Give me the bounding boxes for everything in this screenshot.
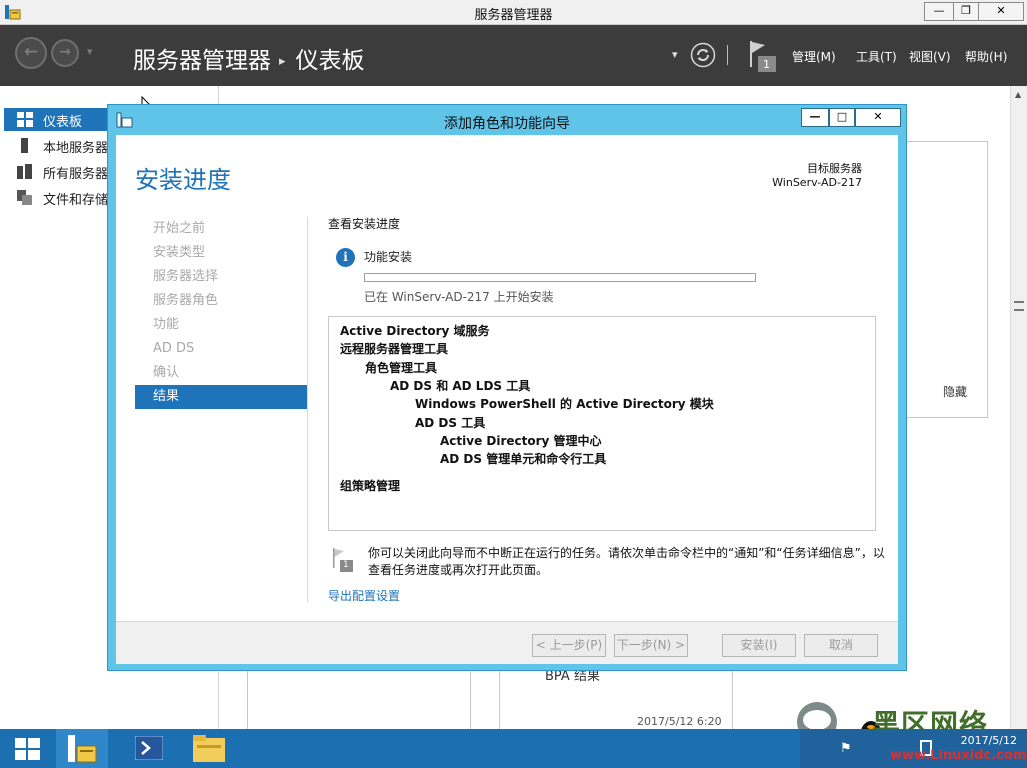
target-server-label: 目标服务器 [807, 162, 862, 175]
progress-status: 已在 WinServ-AD-217 上开始安装 [364, 290, 554, 304]
step-before-you-begin: 开始之前 [153, 221, 206, 236]
folder-icon [193, 735, 225, 762]
start-button[interactable] [0, 729, 56, 768]
install-progress-bar [364, 273, 756, 282]
breadcrumb: 服务器管理器 ▸ 仪表板 [133, 41, 365, 75]
notifications-count: 1 [763, 58, 770, 71]
steps-divider [307, 217, 308, 602]
dashboard-icon [17, 112, 33, 127]
close-wizard-note: 你可以关闭此向导而不中断正在运行的任务。请依次单击命令栏中的“通知”和“任务详细… [368, 546, 885, 577]
header-divider [727, 45, 728, 65]
windows-start-icon [15, 738, 40, 760]
feature-item: Active Directory 管理中心 [440, 433, 602, 448]
step-server-roles: 服务器角色 [153, 293, 219, 308]
taskbar-powershell[interactable] [126, 729, 172, 768]
dialog-footer: < 上一步(P) 下一步(N) > 安装(I) 取消 [116, 621, 898, 664]
dialog-close-button[interactable]: ✕ [855, 108, 901, 127]
step-confirmation: 确认 [153, 365, 180, 380]
dialog-title-bar: 添加角色和功能向导 — □ ✕ [108, 105, 906, 135]
tray-clock[interactable]: 2017/5/12 [961, 733, 1017, 748]
step-install-type: 安装类型 [153, 245, 206, 260]
page-title: 安装进度 [135, 166, 231, 194]
feature-item: AD DS 和 AD LDS 工具 [390, 378, 531, 393]
feature-item: AD DS 工具 [415, 415, 486, 430]
dialog-body: 安装进度 目标服务器 WinServ-AD-217 开始之前 安装类型 服务器选… [116, 135, 898, 664]
view-progress-title: 查看安装进度 [328, 217, 401, 231]
scroll-up-icon[interactable]: ▲ [1015, 90, 1021, 99]
action-center-flag-icon[interactable]: ⚑ [840, 741, 852, 756]
history-dropdown-icon[interactable]: ▾ [87, 45, 93, 58]
breadcrumb-separator-icon: ▸ [279, 54, 286, 69]
scroll-thumb[interactable] [1014, 301, 1024, 311]
window-title-bar: 服务器管理器 — ❐ ✕ [0, 0, 1027, 25]
dialog-minimize-button[interactable]: — [801, 108, 829, 127]
feature-item: Active Directory 域服务 [340, 324, 490, 338]
features-list: Active Directory 域服务 远程服务器管理工具角色管理工具 AD DS… [328, 316, 876, 531]
menu-tools[interactable]: 工具(T) [856, 48, 897, 65]
server-icon [21, 138, 28, 153]
close-button[interactable]: ✕ [978, 2, 1024, 21]
target-server-name: WinServ-AD-217 [772, 176, 862, 189]
storage-icon [17, 190, 32, 205]
menu-manage[interactable]: 管理(M) [792, 48, 836, 65]
refresh-icon[interactable] [690, 42, 716, 68]
previous-button[interactable]: < 上一步(P) [532, 634, 606, 657]
step-ad-ds: AD DS [153, 341, 195, 356]
feature-item: 角色管理工具 [365, 360, 438, 375]
window-title: 服务器管理器 [474, 8, 553, 23]
cancel-button[interactable]: 取消 [804, 634, 878, 657]
menu-view[interactable]: 视图(V) [909, 48, 951, 65]
forward-button[interactable]: → [51, 39, 79, 67]
next-button[interactable]: 下一步(N) > [614, 634, 688, 657]
feature-item: 远程服务器管理工具 [340, 342, 449, 357]
back-button[interactable]: ← [15, 37, 47, 69]
breadcrumb-page: 仪表板 [295, 48, 365, 74]
background-tile: 隐藏 [906, 141, 988, 418]
menu-help[interactable]: 帮助(H) [965, 48, 1007, 65]
export-config-link[interactable]: 导出配置设置 [328, 587, 400, 604]
hide-link[interactable]: 隐藏 [943, 383, 967, 400]
nav-item-label: 本地服务器 [43, 141, 109, 156]
dialog-title: 添加角色和功能向导 [444, 116, 570, 132]
feature-item: Windows PowerShell 的 Active Directory 模块 [415, 397, 714, 412]
minimize-button[interactable]: — [924, 2, 954, 21]
server-manager-header: ← → ▾ 服务器管理器 ▸ 仪表板 ▾ 1 管理(M) 工具(T) 视图(V) 帮… [0, 25, 1027, 86]
powershell-icon [135, 736, 163, 760]
main-scrollbar[interactable]: ▲ [1010, 86, 1027, 729]
bpa-timestamp: 2017/5/12 6:20 [637, 715, 722, 728]
dialog-maximize-button[interactable]: □ [829, 108, 855, 127]
breadcrumb-app[interactable]: 服务器管理器 [133, 48, 271, 74]
tray-date: 2017/5/12 [960, 734, 1017, 747]
back-arrow-icon: ← [23, 42, 39, 62]
nav-item-label: 所有服务器 [43, 167, 109, 182]
step-results[interactable]: 结果 [135, 385, 307, 409]
server-manager-taskbar-icon [68, 735, 97, 763]
forward-arrow-icon: → [59, 44, 71, 60]
install-button[interactable]: 安装(I) [722, 634, 796, 657]
servers-icon [17, 164, 32, 179]
feature-install-label: 功能安装 [364, 250, 413, 264]
taskbar-file-explorer[interactable] [186, 729, 232, 768]
feature-item: 组策略管理 [340, 479, 401, 494]
taskbar-server-manager[interactable] [56, 729, 108, 768]
watermark-url: www.Linuxidc.com [890, 748, 1027, 763]
add-roles-wizard-dialog: 添加角色和功能向导 — □ ✕ 安装进度 目标服务器 WinServ-AD-21… [107, 104, 907, 671]
target-server: 目标服务器 WinServ-AD-217 [772, 162, 862, 190]
step-features: 功能 [153, 317, 180, 332]
nav-item-label: 仪表板 [43, 115, 83, 130]
info-icon: i [336, 248, 355, 267]
step-server-selection: 服务器选择 [153, 269, 219, 284]
taskbar: ⚑ 2017/5/12 [0, 729, 1027, 768]
wizard-steps: 开始之前 安装类型 服务器选择 服务器角色 功能 AD DS 确认 结果 [135, 217, 307, 409]
feature-item: AD DS 管理单元和命令行工具 [440, 452, 607, 467]
maximize-button[interactable]: ❐ [953, 2, 979, 21]
refresh-dropdown-icon[interactable]: ▾ [672, 48, 678, 61]
notification-flag-count: 1 [343, 560, 349, 570]
